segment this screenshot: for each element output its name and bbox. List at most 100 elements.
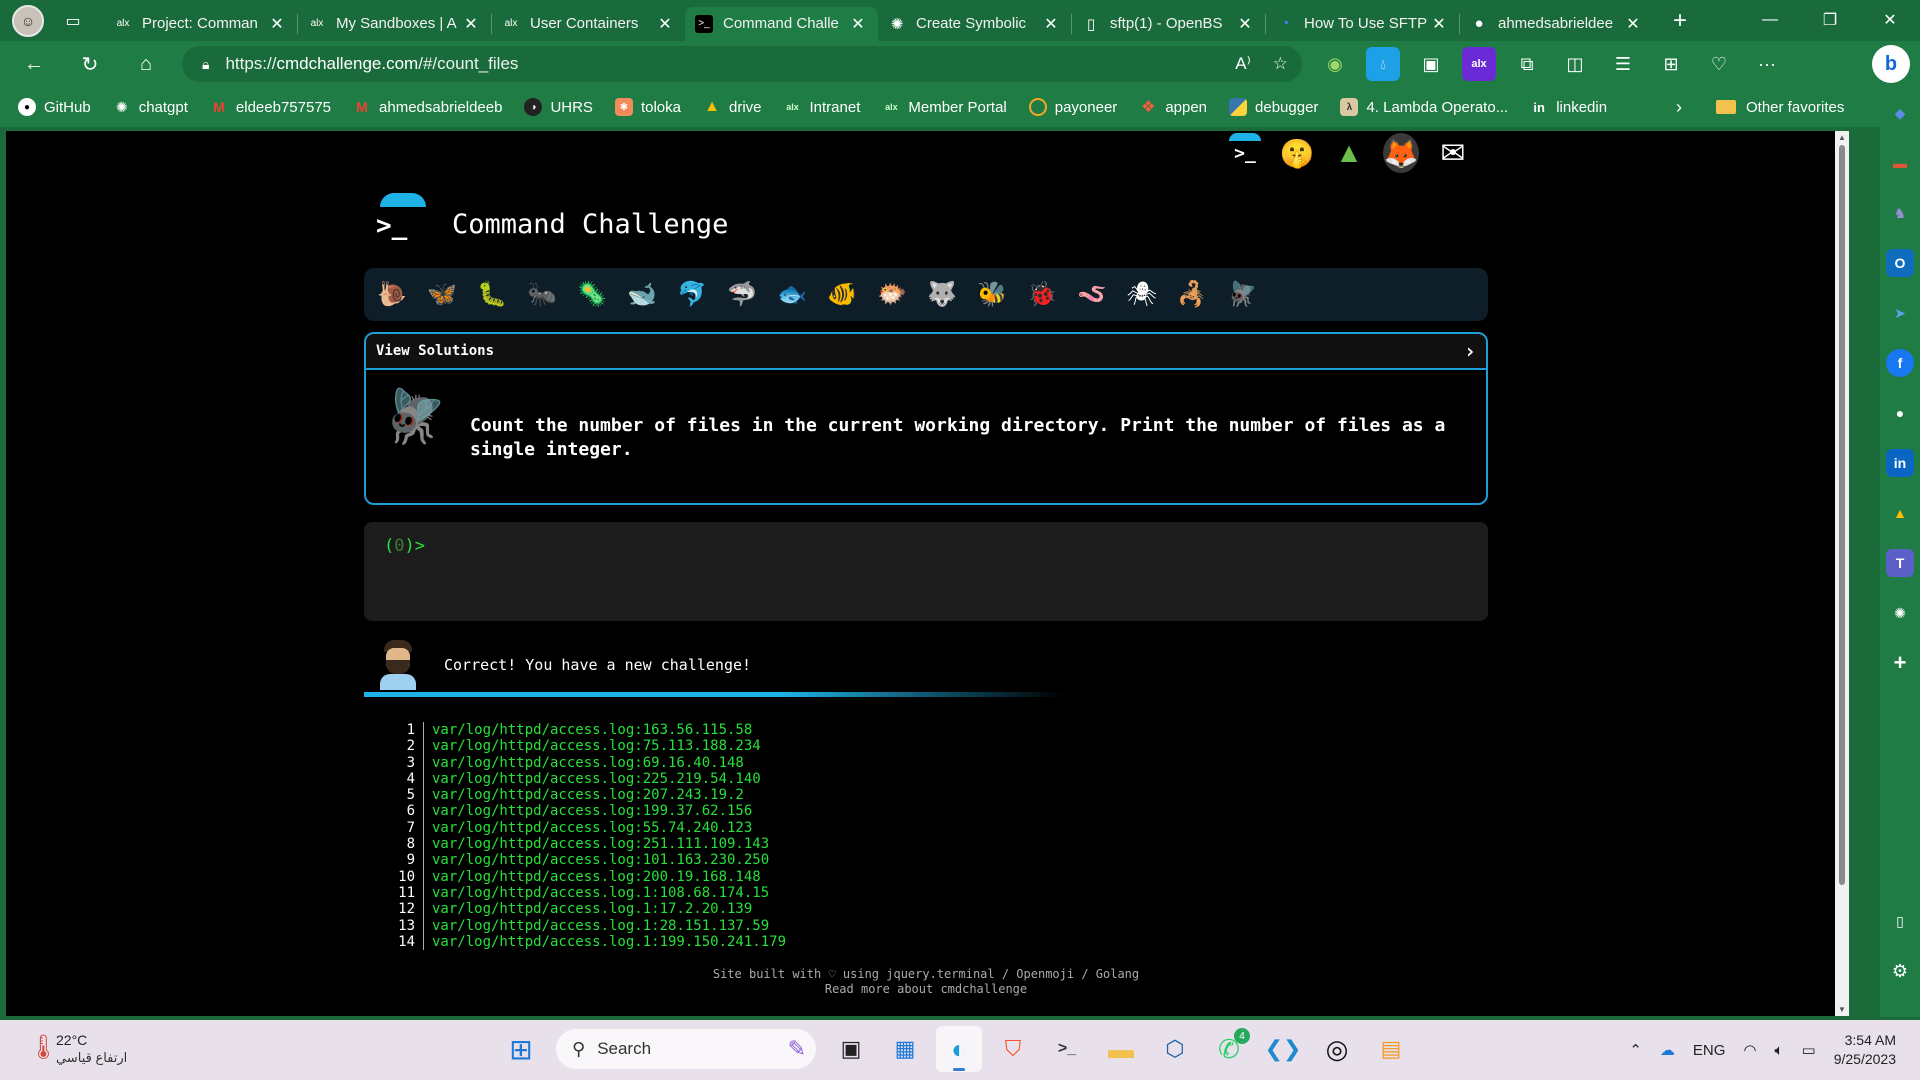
settings-gear-icon[interactable]: ⚙ [1886,957,1914,985]
whatsapp-icon[interactable]: ✆ 4 [1206,1026,1252,1072]
brave-browser-icon[interactable]: ⛉ [990,1026,1036,1072]
onedrive-icon[interactable]: ☁ [1660,1041,1675,1059]
terminal-input[interactable]: (0)> [364,522,1488,621]
favorite-lambda[interactable]: λ 4. Lambda Operato... [1340,98,1508,116]
microbe-icon[interactable]: 🦠 [576,279,608,311]
windows-start-icon[interactable]: ⊞ [498,1026,544,1072]
terminal-app-icon[interactable]: >_ [1044,1026,1090,1072]
close-icon[interactable]: ✕ [267,14,287,34]
system-clock[interactable]: 3:54 AM 9/25/2023 [1834,1031,1896,1069]
lock-icon[interactable]: 🔒︎ [202,56,209,73]
refresh-icon[interactable]: ↻ [68,46,112,82]
ladybug-icon[interactable]: 🐞 [1026,279,1058,311]
view-solutions-toggle[interactable]: View Solutions › [366,334,1486,370]
google-drive-icon[interactable]: ▲ [1886,499,1914,527]
tree-icon[interactable]: ▲ [1331,133,1367,173]
address-bar[interactable]: 🔒︎ https://cmdchallenge.com/#/count_file… [182,46,1302,82]
favorite-github[interactable]: ● GitHub [18,98,91,116]
dolphin-icon[interactable]: 🐬 [676,279,708,311]
chevron-right-icon[interactable]: › [1676,97,1682,118]
shushing-face-icon[interactable]: 🤫 [1279,133,1315,173]
sublime-text-icon[interactable]: ▤ [1368,1026,1414,1072]
favorite-appen[interactable]: ❖ appen [1139,98,1207,117]
chevron-up-icon[interactable]: ⌃ [1629,1041,1642,1059]
home-icon[interactable]: ⌂ [124,46,168,82]
close-icon[interactable]: ✕ [655,14,675,34]
edge-browser-icon[interactable]: ◐ [936,1026,982,1072]
close-icon[interactable]: ✕ [848,14,868,34]
battery-icon[interactable]: ▭ [1802,1041,1816,1059]
outlook-icon[interactable]: O [1886,249,1914,277]
shark-icon[interactable]: 🦈 [726,279,758,311]
blowfish-icon[interactable]: 🐡 [876,279,908,311]
ant-icon[interactable]: 🐜 [526,279,558,311]
butterfly-icon[interactable]: 🦋 [426,279,458,311]
browser-tab[interactable]: ◔ How To Use SFTP ✕ [1266,7,1459,41]
browser-tab[interactable]: alx User Containers ✕ [492,7,685,41]
chess-icon[interactable]: ♞ [1886,199,1914,227]
whale-icon[interactable]: 🐋 [626,279,658,311]
close-window-icon[interactable]: ✕ [1860,0,1920,40]
close-icon[interactable]: ✕ [1429,14,1449,34]
extension-lock-icon[interactable]: ▣ [1414,47,1448,81]
facebook-icon[interactable]: f [1886,349,1914,377]
split-screen-icon[interactable]: ◫ [1558,47,1592,81]
worm-icon[interactable]: 🪱 [1076,279,1108,311]
add-icon[interactable]: + [1886,649,1914,677]
favorite-linkedin[interactable]: in linkedin [1530,98,1607,116]
url-text[interactable]: https://cmdchallenge.com/#/count_files [225,54,518,74]
tag-icon[interactable]: ◆ [1886,99,1914,127]
obs-icon[interactable]: ◎ [1314,1026,1360,1072]
browser-tab[interactable]: ▯ sftp(1) - OpenBS ✕ [1072,7,1265,41]
chevron-right-icon[interactable]: › [1464,339,1476,363]
favorite-intranet[interactable]: alx Intranet [784,98,860,116]
fish-icon[interactable]: 🐟 [776,279,808,311]
vscode-icon[interactable]: ❮❯ [1260,1026,1306,1072]
language-indicator[interactable]: ENG [1693,1042,1726,1059]
tab-actions-icon[interactable]: ▭ [58,6,88,36]
terminal-icon[interactable]: >_ [1227,133,1263,173]
browser-tab-active[interactable]: >_ Command Challe ✕ [685,6,878,41]
task-view-icon[interactable]: ▣ [828,1026,874,1072]
favorite-uhrs[interactable]: ◑ UHRS [524,98,593,116]
favorite-payoneer[interactable]: payoneer [1028,98,1117,116]
back-icon[interactable]: ← [12,46,56,82]
read-aloud-icon[interactable]: A⁾ [1235,54,1251,74]
close-icon[interactable]: ✕ [1235,14,1255,34]
scorpion-icon[interactable]: 🦂 [1176,279,1208,311]
restore-icon[interactable]: ❐ [1800,0,1860,40]
gitlab-icon[interactable]: 🦊 [1383,133,1419,173]
extensions-puzzle-icon[interactable]: ⧉ [1510,47,1544,81]
close-icon[interactable]: ✕ [461,14,481,34]
favorite-member-portal[interactable]: alx Member Portal [882,98,1007,116]
favorite-toloka[interactable]: ✱ toloka [614,98,681,116]
send-icon[interactable]: ➤ [1886,299,1914,327]
wifi-icon[interactable]: ◠ [1743,1041,1756,1059]
new-tab-button[interactable]: + [1663,7,1697,35]
collections-icon[interactable]: ⊞ [1654,47,1688,81]
chatgpt-icon[interactable]: ✺ [1886,599,1914,627]
tools-icon[interactable]: ▬ [1886,149,1914,177]
favorites-icon[interactable]: ☰ [1606,47,1640,81]
volume-icon[interactable]: 🔈︎ [1775,1042,1784,1059]
extension-world-icon[interactable]: ◉ [1318,47,1352,81]
extension-drop-icon[interactable]: 💧︎ [1366,47,1400,81]
favorite-drive[interactable]: ▲ drive [703,98,761,116]
spider-icon[interactable]: 🕷 [1126,279,1158,311]
weather-widget[interactable]: 🌡︎ 22°C ارتفاع قياسي [28,1032,127,1066]
linkedin-icon[interactable]: in [1886,449,1914,477]
browser-tab[interactable]: alx Project: Comman ✕ [104,7,297,41]
browser-tab[interactable]: ✺ Create Symbolic ✕ [878,7,1071,41]
more-menu-icon[interactable]: ··· [1750,47,1784,81]
scroll-down-icon[interactable]: ▼ [1835,1005,1849,1014]
other-favorites-folder[interactable]: Other favorites [1716,99,1844,116]
file-explorer-icon[interactable]: ▬ [1098,1026,1144,1072]
favorite-debugger[interactable]: debugger [1229,98,1318,116]
scrollbar-thumb[interactable] [1839,145,1845,885]
page-scrollbar[interactable]: ▲ ▼ [1835,131,1849,1016]
tropical-fish-icon[interactable]: 🐠 [826,279,858,311]
minimize-icon[interactable]: — [1740,0,1800,40]
performance-icon[interactable]: ♡ [1702,47,1736,81]
virtualbox-icon[interactable]: ⬡ [1152,1026,1198,1072]
bing-copilot-icon[interactable]: b [1872,45,1910,83]
